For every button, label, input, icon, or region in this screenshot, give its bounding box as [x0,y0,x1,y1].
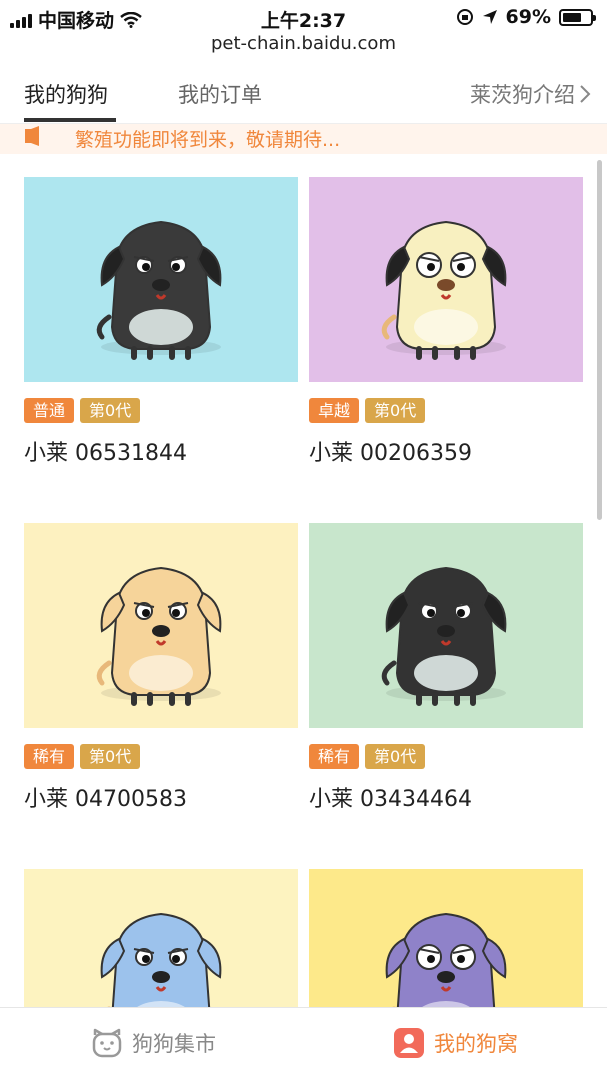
battery-icon [559,8,596,26]
badge-row: 卓越 第0代 [309,398,426,423]
rarity-badge: 稀有 [309,744,360,769]
badge-row: 稀有 第0代 [24,744,141,769]
intro-label: 莱茨狗介绍 [470,83,575,107]
scrollbar[interactable] [597,160,602,520]
battery-percent: 69% [505,6,551,28]
generation-badge: 第0代 [365,398,426,423]
dog-name: 小莱 06531844 [24,441,187,466]
nav-dog-market[interactable]: 狗狗集市 [90,1026,216,1060]
notice-text: 繁殖功能即将到来，敬请期待... [75,129,341,151]
user-icon [394,1028,424,1058]
dog-artwork [24,177,298,382]
rarity-badge: 稀有 [24,744,75,769]
speaker-icon [25,126,39,146]
dog-artwork [309,177,583,382]
generation-badge: 第0代 [80,744,141,769]
dog-name: 小莱 00206359 [309,441,472,466]
dog-artwork [24,523,298,728]
nav-market-label: 狗狗集市 [132,1032,216,1056]
dog-card[interactable]: 稀有 第0代 小莱 04700583 [24,523,298,812]
dog-card[interactable]: 普通 第0代 小莱 06531844 [24,177,298,466]
dog-name: 小莱 03434464 [309,787,472,812]
dog-illustration [24,523,298,728]
dog-card[interactable]: 稀有 第0代 小莱 03434464 [309,523,583,812]
status-bar: 中国移动 上午2:37 69% [0,0,607,34]
dog-illustration [309,523,583,728]
dog-name: 小莱 04700583 [24,787,187,812]
dog-face-icon [92,1028,122,1058]
bottom-nav: 狗狗集市 我的狗窝 头条 @问答 [0,1007,607,1080]
active-tab-indicator [24,118,116,122]
badge-row: 普通 第0代 [24,398,141,423]
rarity-badge: 普通 [24,398,75,423]
rotation-lock-icon [456,9,473,25]
generation-badge: 第0代 [80,398,141,423]
battery-level [563,12,581,22]
status-right: 69% [456,6,596,28]
nav-mine-label: 我的狗窝 [434,1032,518,1056]
tab-my-dogs[interactable]: 我的狗狗 [24,79,108,109]
url-bar[interactable]: pet-chain.baidu.com [0,33,607,54]
badge-row: 稀有 第0代 [309,744,426,769]
dog-artwork [309,523,583,728]
location-arrow-icon [482,10,497,24]
dog-card[interactable]: 卓越 第0代 小莱 00206359 [309,177,583,466]
chevron-right-icon [580,85,591,103]
nav-my-kennel[interactable]: 我的狗窝 [392,1026,518,1060]
dog-illustration [24,177,298,382]
watermark: 头条 @问答 [522,1057,597,1073]
tab-my-orders[interactable]: 我的订单 [178,79,262,109]
dog-illustration [309,177,583,382]
tab-bar: 我的狗狗 我的订单 莱茨狗介绍 [0,66,607,124]
notice-banner: 繁殖功能即将到来，敬请期待... [0,124,607,154]
rarity-badge: 卓越 [309,398,360,423]
generation-badge: 第0代 [365,744,426,769]
tab-intro-link[interactable]: 莱茨狗介绍 [470,79,591,109]
